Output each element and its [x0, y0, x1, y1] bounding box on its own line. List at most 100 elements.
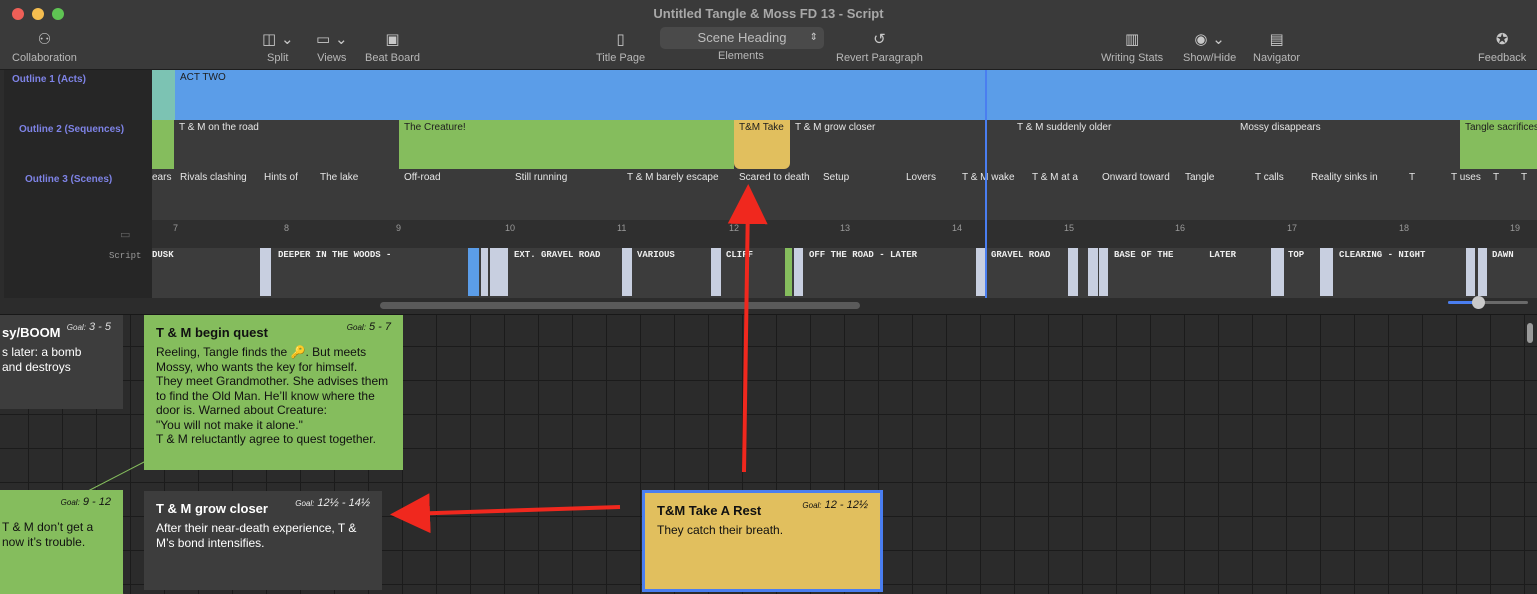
script-heading[interactable]: EXT. GRAVEL ROAD [514, 250, 600, 260]
script-heading[interactable]: LATER [1209, 250, 1236, 260]
script-block[interactable] [622, 248, 632, 296]
sequence-segment[interactable]: Tangle sacrifices [1460, 120, 1537, 169]
script-heading[interactable]: CLIFF [726, 250, 753, 260]
script-block[interactable] [468, 248, 479, 296]
scene-label[interactable]: T [1521, 172, 1527, 183]
card-title: sy/BOOM [2, 325, 61, 340]
scene-label[interactable]: Tangle [1185, 172, 1214, 183]
sequence-segment[interactable]: T & M suddenly older [1012, 120, 1234, 169]
script-block[interactable] [711, 248, 721, 296]
script-block[interactable] [1466, 248, 1475, 296]
script-heading[interactable]: BASE OF THE [1114, 250, 1173, 260]
title-page-label: Title Page [596, 52, 646, 64]
scene-label[interactable]: Hints of [264, 172, 298, 183]
sequence-segment[interactable] [152, 120, 174, 169]
revert-paragraph-button[interactable]: ↺ Revert Paragraph [836, 28, 923, 64]
scene-label[interactable]: Onward toward [1102, 172, 1170, 183]
ruler-tick: 15 [1064, 223, 1075, 233]
chevron-updown-icon: ⇕ [809, 32, 818, 43]
navigator-icon: ▤ [1269, 30, 1284, 48]
ruler-tick: 18 [1399, 223, 1410, 233]
script-heading[interactable]: CLEARING - NIGHT [1339, 250, 1425, 260]
scene-label[interactable]: The lake [320, 172, 358, 183]
script-heading[interactable]: VARIOUS [637, 250, 675, 260]
script-block[interactable] [490, 248, 508, 296]
script-block[interactable] [260, 248, 271, 296]
scene-label[interactable]: Rivals clashing [180, 172, 247, 183]
sequences-track: T & M on the road The Creature! T&M Take… [152, 120, 1537, 170]
sequence-segment[interactable]: T & M on the road [174, 120, 399, 169]
ruler-tick: 16 [1175, 223, 1186, 233]
sequence-segment[interactable]: The Creature! [399, 120, 734, 169]
beat-card-selected[interactable]: T&M Take A Rest Goal: 12 - 12½ They catc… [642, 490, 883, 592]
beat-board-label: Beat Board [365, 52, 421, 64]
script-heading[interactable]: DUSK [152, 250, 174, 260]
scene-label[interactable]: T calls [1255, 172, 1284, 183]
title-page-button[interactable]: ▯ Title Page [596, 28, 645, 64]
sequence-segment[interactable]: Mossy disappears [1235, 120, 1460, 169]
card-goal: 5 - 7 [368, 321, 391, 333]
page-ruler: 7 8 9 10 11 12 13 14 15 16 17 18 19 [152, 220, 1537, 248]
zoom-slider[interactable] [1448, 296, 1528, 309]
beat-board-icon: ▣ [385, 30, 400, 48]
script-block[interactable] [794, 248, 803, 296]
zoom-slider-knob[interactable] [1472, 296, 1485, 309]
script-block[interactable] [1320, 248, 1333, 296]
scene-label[interactable]: Off-road [404, 172, 441, 183]
beat-board-button[interactable]: ▣ Beat Board [365, 28, 420, 64]
scene-label[interactable]: T & M at a [1032, 172, 1078, 183]
scene-label[interactable]: T uses [1451, 172, 1481, 183]
ruler-tick: 9 [396, 223, 402, 233]
elements-label-wrap: Elements [718, 50, 764, 62]
scene-label[interactable]: Setup [823, 172, 849, 183]
script-heading[interactable]: GRAVEL ROAD [991, 250, 1050, 260]
elements-dropdown[interactable]: Scene Heading ⇕ [660, 27, 824, 49]
script-block[interactable] [1068, 248, 1078, 296]
timeline-horizontal-scrollbar[interactable] [380, 302, 860, 309]
collaboration-button[interactable]: ⚇ Collaboration [12, 28, 77, 64]
sequence-segment[interactable]: T & M grow closer [790, 120, 1012, 169]
script-heading[interactable]: TOP [1288, 250, 1304, 260]
sequence-label: The Creature! [404, 122, 466, 133]
act-segment-prev[interactable] [152, 70, 175, 120]
script-heading[interactable]: DEEPER IN THE WOODS - [278, 250, 391, 260]
scene-label[interactable]: T & M wake [962, 172, 1015, 183]
goal-prefix: Goal: [802, 501, 822, 510]
scene-label[interactable]: ears [152, 172, 171, 183]
script-block[interactable] [1099, 248, 1108, 296]
script-heading[interactable]: OFF THE ROAD - LATER [809, 250, 917, 260]
beat-card[interactable]: sy/BOOM Goal: 3 - 5 s later: a bomb and … [0, 315, 123, 409]
feedback-button[interactable]: ✪ Feedback [1478, 28, 1526, 64]
views-button[interactable]: ▭ ⌄ Views [316, 28, 348, 64]
connector-line [87, 460, 147, 492]
beat-card[interactable]: T & M begin quest Goal: 5 - 7 Reeling, T… [144, 315, 403, 470]
script-block[interactable] [785, 248, 792, 296]
script-block[interactable] [1478, 248, 1487, 296]
split-button[interactable]: ◫ ⌄ Split [262, 28, 294, 64]
script-heading[interactable]: DAWN [1492, 250, 1514, 260]
beat-card[interactable]: Goal: 9 - 12 T & M don’t get a now it’s … [0, 490, 123, 594]
note-icon[interactable]: ▭ [120, 228, 130, 241]
eye-icon: ◉ ⌄ [1194, 30, 1225, 48]
scene-label[interactable]: Reality sinks in [1311, 172, 1378, 183]
show-hide-button[interactable]: ◉ ⌄ Show/Hide [1183, 28, 1236, 64]
scene-label[interactable]: Lovers [906, 172, 936, 183]
writing-stats-button[interactable]: ▥ Writing Stats [1101, 28, 1163, 64]
split-label: Split [267, 52, 289, 64]
sequence-label: T & M suddenly older [1017, 122, 1112, 133]
beat-card[interactable]: T & M grow closer Goal: 12½ - 14½ After … [144, 491, 382, 590]
board-vertical-scrollbar[interactable] [1527, 323, 1533, 343]
ruler-tick: 10 [505, 223, 516, 233]
playhead[interactable] [985, 70, 987, 298]
scene-label[interactable]: Still running [515, 172, 567, 183]
scene-label[interactable]: Scared to death [739, 172, 810, 183]
scene-label[interactable]: T [1493, 172, 1499, 183]
scene-label[interactable]: T & M barely escape [627, 172, 719, 183]
script-block[interactable] [1271, 248, 1284, 296]
script-block[interactable] [1088, 248, 1098, 296]
act-segment[interactable]: ACT TWO [175, 70, 1537, 120]
navigator-button[interactable]: ▤ Navigator [1253, 28, 1300, 64]
script-block[interactable] [481, 248, 488, 296]
sequence-segment-selected[interactable]: T&M Take [734, 120, 790, 169]
scene-label[interactable]: T [1409, 172, 1415, 183]
